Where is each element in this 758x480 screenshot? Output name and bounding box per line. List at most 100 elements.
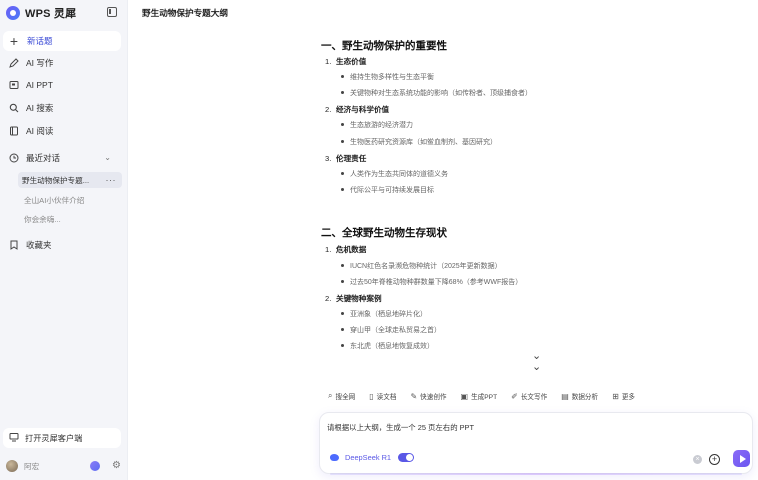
recent-chat-label: 全山AI小伙伴介绍 (24, 195, 85, 205)
tool-label: 长文写作 (520, 394, 548, 401)
bullet-item: 人类作为生态共同体的道德义务 (341, 171, 448, 178)
bullet-item: 穿山甲（全球走私贸易之首） (341, 327, 441, 334)
tool-generate-ppt[interactable]: ▣ 生成PPT (460, 391, 498, 402)
pen-icon: ✐ (511, 391, 518, 401)
grid-icon: ⊞ (612, 391, 619, 401)
sidebar-item-ai-search[interactable]: AI 搜索 (3, 99, 121, 117)
tool-label: 搜全网 (335, 394, 356, 401)
plus-icon: + (9, 33, 19, 49)
subsection-heading: 1. 生态价值 (325, 56, 366, 67)
bullet-item: 维持生物多样性与生态平衡 (341, 74, 434, 81)
avatar[interactable] (6, 460, 18, 472)
ppt-icon (9, 80, 19, 90)
subsection-number: 2. (325, 105, 332, 114)
bullet-item: 亚洲象（栖息地碎片化） (341, 311, 427, 318)
model-selector[interactable]: DeepSeek R1 (330, 453, 415, 462)
bookmark-icon (9, 240, 19, 250)
send-button[interactable] (733, 450, 750, 467)
chevron-down-icon: ⌄ (104, 153, 111, 162)
bullet-item: 代际公平与可持续发展目标 (341, 187, 434, 194)
search-icon (9, 103, 19, 113)
ppt-icon: ▣ (460, 391, 469, 401)
subsection-title: 生态价值 (336, 57, 367, 66)
new-chat-label: 新话题 (27, 36, 53, 46)
bullet-item: 过去50年脊椎动物种群数量下降68%（参考WWF报告） (340, 279, 523, 286)
page-title: 野生动物保护专题大纲 (142, 8, 228, 18)
deepseek-logo-icon (330, 453, 341, 462)
recent-chats-toggle[interactable]: 最近对话 ⌄ (3, 149, 121, 167)
bullet-item: 生物医药研究资源库（如鲎血制剂、基因研究） (341, 139, 497, 146)
tool-bar: ⌕ 搜全网 ▯ 读文档 ✎ 快速创作 ▣ 生成PPT ✐ 长文写作 ▤ 数据分析… (328, 390, 649, 402)
tool-read-doc[interactable]: ▯ 读文档 (369, 391, 397, 402)
bullet-item: 东北虎（栖息地恢复成效） (341, 343, 434, 350)
monitor-icon (9, 432, 19, 444)
section-heading: 二、全球野生动物生存现状 (321, 227, 447, 239)
brand[interactable]: WPS 灵犀 (6, 5, 76, 21)
subsection-heading: 1. 危机数据 (325, 244, 366, 255)
recent-chat-item[interactable]: 野生动物保护专题... ··· (18, 172, 122, 188)
tool-more[interactable]: ⊞ 更多 (612, 391, 636, 402)
subsection-number: 1. (325, 57, 332, 66)
sidebar-item-label: AI 阅读 (26, 126, 54, 136)
clock-icon (9, 153, 19, 163)
bullet-item: 生态旅游的经济潜力 (341, 122, 413, 129)
tool-long-writing[interactable]: ✐ 长文写作 (511, 391, 548, 402)
search-icon: ⌕ (328, 391, 333, 400)
tool-search-web[interactable]: ⌕ 搜全网 (328, 391, 355, 401)
favorites-label: 收藏夹 (26, 240, 52, 250)
tool-data-analysis[interactable]: ▤ 数据分析 (561, 391, 599, 402)
subsection-title: 经济与科学价值 (336, 105, 390, 114)
sidebar-item-ai-ppt[interactable]: AI PPT (3, 76, 121, 94)
tool-quick-create[interactable]: ✎ 快速创作 (410, 391, 447, 402)
bullet-item: IUCN红色名录濒危物种统计（2025年更新数据） (341, 263, 502, 270)
open-client-label: 打开灵犀客户端 (25, 434, 83, 443)
collapse-sidebar-icon[interactable] (107, 7, 117, 17)
chat-input-box[interactable]: 请根据以上大纲，生成一个 25 页左右的 PPT DeepSeek R1 × + (319, 412, 753, 475)
sidebar-item-favorites[interactable]: 收藏夹 (3, 236, 121, 254)
subsection-heading: 2. 关键物种案例 (325, 293, 382, 304)
sidebar-item-ai-reading[interactable]: AI 阅读 (3, 122, 121, 140)
brand-name: WPS 灵犀 (25, 8, 77, 20)
recent-chat-label: 你会余嗨... (24, 214, 61, 224)
recent-chat-item[interactable]: 你会余嗨... (20, 211, 120, 227)
tool-label: 生成PPT (471, 394, 498, 401)
more-options-icon[interactable]: ··· (106, 175, 117, 185)
bullet-item: 关键物种对生态系统功能的影响（如传粉者、顶级捕食者） (341, 90, 532, 97)
gear-icon[interactable]: ⚙ (112, 461, 122, 471)
user-row: 阿宏 ⚙ (6, 458, 122, 474)
subsection-heading: 2. 经济与科学价值 (325, 104, 389, 115)
subsection-number: 1. (325, 245, 332, 254)
recent-chat-item[interactable]: 全山AI小伙伴介绍 (20, 192, 120, 208)
vip-icon[interactable] (90, 461, 100, 471)
model-toggle[interactable] (398, 453, 415, 462)
pen-icon (9, 58, 19, 68)
model-name: DeepSeek R1 (345, 453, 392, 462)
subsection-title: 关键物种案例 (336, 294, 382, 303)
tool-label: 数据分析 (571, 394, 599, 401)
clear-icon[interactable]: × (693, 455, 702, 464)
plus-circle-icon[interactable]: + (709, 454, 720, 465)
tool-label: 更多 (621, 394, 636, 401)
wps-lingxi-logo-icon (6, 6, 20, 20)
tool-label: 快速创作 (420, 394, 447, 401)
tool-label: 读文档 (376, 394, 397, 401)
recent-chats-label: 最近对话 (26, 153, 61, 163)
subsection-title: 危机数据 (336, 245, 367, 254)
sidebar-item-ai-writing[interactable]: AI 写作 (3, 54, 121, 72)
sidebar-item-label: AI 搜索 (26, 103, 54, 113)
section-heading: 一、野生动物保护的重要性 (321, 40, 447, 52)
open-client-button[interactable]: 打开灵犀客户端 (3, 428, 121, 448)
book-icon (9, 126, 19, 136)
magic-icon: ✎ (410, 391, 418, 401)
sidebar: WPS 灵犀 + 新话题 AI 写作 AI PPT AI 搜索 AI 阅读 最近… (0, 0, 128, 480)
subsection-number: 2. (325, 294, 332, 303)
doc-icon: ▯ (369, 391, 374, 401)
chart-icon: ▤ (561, 391, 569, 401)
subsection-number: 3. (325, 154, 332, 163)
new-chat-button[interactable]: + 新话题 (3, 31, 121, 51)
subsection-heading: 3. 伦理责任 (325, 153, 366, 164)
main-panel: 野生动物保护专题大纲 一、野生动物保护的重要性 1. 生态价值 维持生物多样性与生… (129, 0, 758, 480)
scroll-down-icon[interactable]: ⌄ ⌄ (532, 351, 541, 373)
recent-chat-label: 野生动物保护专题... (22, 175, 90, 185)
chat-input[interactable]: 请根据以上大纲，生成一个 25 页左右的 PPT (327, 422, 474, 433)
